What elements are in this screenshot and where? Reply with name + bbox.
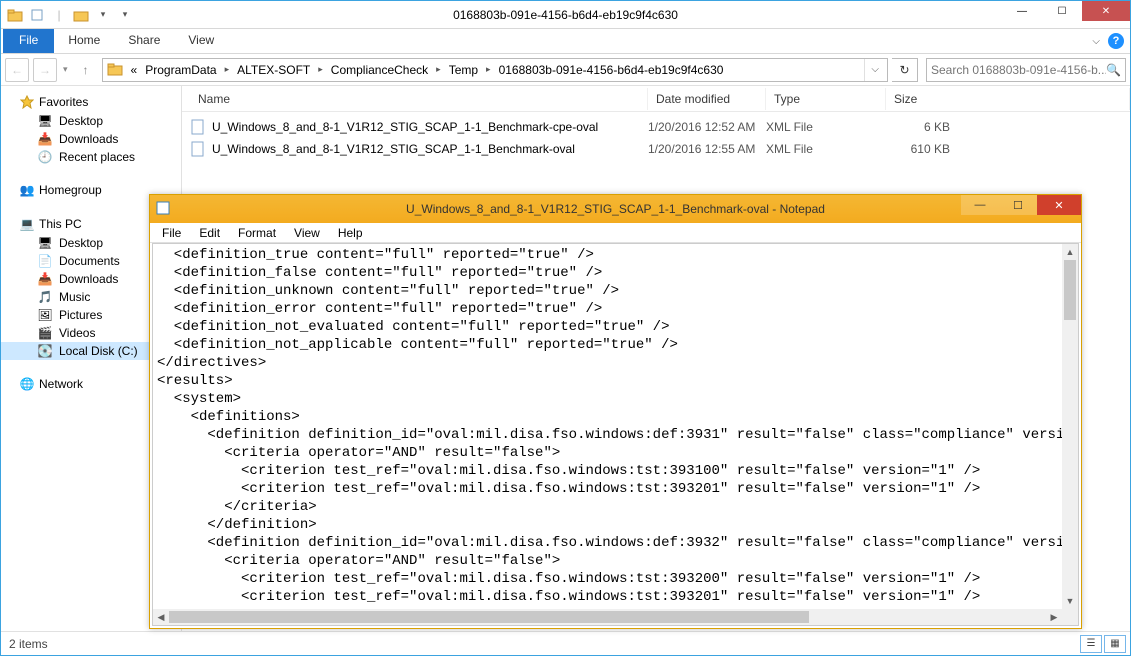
ribbon-expand-icon[interactable]: ⌵ <box>1092 36 1100 47</box>
notepad-titlebar[interactable]: U_Windows_8_and_8-1_V1R12_STIG_SCAP_1-1_… <box>150 195 1081 223</box>
notepad-title: U_Windows_8_and_8-1_V1R12_STIG_SCAP_1-1_… <box>150 202 1081 216</box>
address-folder-icon <box>107 61 125 79</box>
scroll-down-icon[interactable]: ▼ <box>1062 593 1078 609</box>
notepad-content[interactable]: <definition_true content="full" reported… <box>153 244 1062 609</box>
ribbon-tabs: File Home Share View ⌵ ? <box>1 29 1130 54</box>
scroll-right-icon[interactable]: ▶ <box>1046 609 1062 625</box>
recent-icon: 🕘 <box>37 149 53 165</box>
homegroup-icon: 👥 <box>19 182 35 198</box>
navigation-bar: ← → ▾ ↑ « ProgramData▸ ALTEX-SOFT▸ Compl… <box>1 54 1130 86</box>
view-icons-icon[interactable]: ▦ <box>1104 635 1126 653</box>
xml-file-icon <box>190 141 206 157</box>
explorer-title: 0168803b-091e-4156-b6d4-eb19c9f4c630 <box>1 8 1130 22</box>
documents-icon: 📄 <box>37 253 53 269</box>
menu-help[interactable]: Help <box>330 225 371 241</box>
menu-edit[interactable]: Edit <box>191 225 228 241</box>
pc-icon: 💻 <box>19 216 35 232</box>
maximize-button[interactable]: ☐ <box>1042 1 1082 21</box>
sidebar-label: Favorites <box>39 95 88 109</box>
breadcrumb[interactable]: Temp <box>445 63 482 77</box>
qat-dropdown-icon[interactable]: ▾ <box>93 5 113 25</box>
file-row[interactable]: U_Windows_8_and_8-1_V1R12_STIG_SCAP_1-1_… <box>190 138 1130 160</box>
desktop-icon: 🖥 <box>37 235 53 251</box>
chevron-right-icon[interactable]: ▸ <box>432 64 445 75</box>
explorer-titlebar[interactable]: | ▾ ▾ 0168803b-091e-4156-b6d4-eb19c9f4c6… <box>1 1 1130 29</box>
scroll-corner <box>1062 609 1078 625</box>
refresh-button[interactable]: ↻ <box>892 58 918 82</box>
scroll-thumb[interactable] <box>169 611 809 623</box>
downloads-icon: 📥 <box>37 271 53 287</box>
downloads-icon: 📥 <box>37 131 53 147</box>
scroll-thumb[interactable] <box>1064 260 1076 320</box>
tab-share[interactable]: Share <box>114 29 174 53</box>
column-name[interactable]: Name <box>190 88 648 110</box>
chevron-right-icon[interactable]: ▸ <box>482 64 495 75</box>
close-button[interactable]: ✕ <box>1082 1 1130 21</box>
address-bar[interactable]: « ProgramData▸ ALTEX-SOFT▸ ComplianceChe… <box>102 58 888 82</box>
back-button[interactable]: ← <box>5 58 29 82</box>
horizontal-scrollbar[interactable]: ◀ ▶ <box>153 609 1062 625</box>
breadcrumb[interactable]: 0168803b-091e-4156-b6d4-eb19c9f4c630 <box>495 63 728 77</box>
sidebar-item-downloads[interactable]: 📥Downloads <box>1 130 181 148</box>
up-button[interactable]: ↑ <box>74 58 98 82</box>
notepad-maximize-button[interactable]: ☐ <box>999 195 1037 215</box>
vertical-scrollbar[interactable]: ▲ ▼ <box>1062 244 1078 609</box>
history-dropdown-icon[interactable]: ▾ <box>61 64 70 75</box>
notepad-icon <box>156 201 172 217</box>
menu-file[interactable]: File <box>154 225 189 241</box>
tab-home[interactable]: Home <box>54 29 114 53</box>
breadcrumb-prefix[interactable]: « <box>127 63 142 77</box>
search-icon[interactable]: 🔍 <box>1106 63 1121 77</box>
sidebar-group-favorites[interactable]: Favorites <box>1 92 181 112</box>
breadcrumb[interactable]: ComplianceCheck <box>327 63 432 77</box>
menu-format[interactable]: Format <box>230 225 284 241</box>
qat-overflow-icon[interactable]: ▾ <box>115 5 135 25</box>
breadcrumb[interactable]: ProgramData <box>141 63 220 77</box>
notepad-text-area[interactable]: <definition_true content="full" reported… <box>152 243 1079 626</box>
chevron-right-icon[interactable]: ▸ <box>221 64 234 75</box>
sidebar-item-desktop[interactable]: 🖥Desktop <box>1 112 181 130</box>
search-input[interactable] <box>931 63 1106 77</box>
scroll-track[interactable] <box>169 609 1046 625</box>
open-folder-icon[interactable] <box>71 5 91 25</box>
music-icon: 🎵 <box>37 289 53 305</box>
disk-icon: 💽 <box>37 343 53 359</box>
help-icon[interactable]: ? <box>1108 33 1124 49</box>
network-icon: 🌐 <box>19 376 35 392</box>
folder-icon <box>5 5 25 25</box>
notepad-window: U_Windows_8_and_8-1_V1R12_STIG_SCAP_1-1_… <box>149 194 1082 629</box>
notepad-minimize-button[interactable]: — <box>961 195 999 215</box>
properties-icon[interactable] <box>27 5 47 25</box>
pictures-icon: 🖼 <box>37 307 53 323</box>
desktop-icon: 🖥 <box>37 113 53 129</box>
status-bar: 2 items ☰ ▦ <box>1 631 1130 655</box>
chevron-right-icon[interactable]: ▸ <box>314 64 327 75</box>
notepad-close-button[interactable]: ✕ <box>1037 195 1081 215</box>
column-type[interactable]: Type <box>766 88 886 110</box>
forward-button[interactable]: → <box>33 58 57 82</box>
breadcrumb[interactable]: ALTEX-SOFT <box>233 63 314 77</box>
tab-view[interactable]: View <box>174 29 228 53</box>
notepad-menu: File Edit Format View Help <box>150 223 1081 243</box>
address-dropdown-icon[interactable]: ⌵ <box>864 59 885 81</box>
file-row[interactable]: U_Windows_8_and_8-1_V1R12_STIG_SCAP_1-1_… <box>190 116 1130 138</box>
xml-file-icon <box>190 119 206 135</box>
column-date[interactable]: Date modified <box>648 88 766 110</box>
videos-icon: 🎬 <box>37 325 53 341</box>
view-details-icon[interactable]: ☰ <box>1080 635 1102 653</box>
scroll-left-icon[interactable]: ◀ <box>153 609 169 625</box>
menu-view[interactable]: View <box>286 225 328 241</box>
star-icon <box>19 94 35 110</box>
tab-file[interactable]: File <box>3 29 54 53</box>
sidebar-item-recent[interactable]: 🕘Recent places <box>1 148 181 166</box>
scroll-up-icon[interactable]: ▲ <box>1062 244 1078 260</box>
search-box[interactable]: 🔍 <box>926 58 1126 82</box>
status-text: 2 items <box>9 637 48 651</box>
scroll-track[interactable] <box>1062 260 1078 593</box>
qat-separator: | <box>49 5 69 25</box>
column-headers[interactable]: Name Date modified Type Size <box>182 86 1130 112</box>
column-size[interactable]: Size <box>886 88 1130 110</box>
minimize-button[interactable]: — <box>1002 1 1042 21</box>
